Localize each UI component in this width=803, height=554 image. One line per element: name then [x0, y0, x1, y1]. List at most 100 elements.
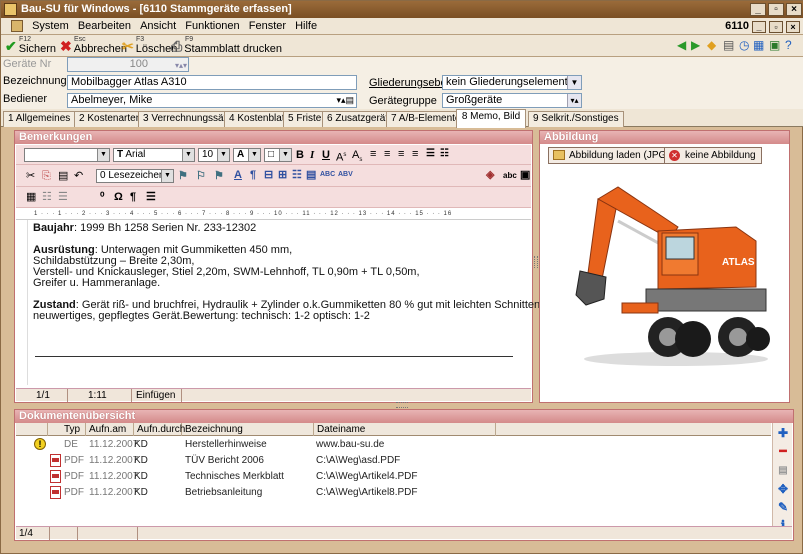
menu-bearbeiten[interactable]: Bearbeiten	[75, 18, 134, 35]
table-cols-icon[interactable]: ☷	[42, 190, 52, 204]
remove-image-button[interactable]: ✕ keine Abbildung	[664, 147, 762, 164]
col-bezeichnung[interactable]: Bezeichnung	[182, 423, 314, 436]
grid-icon[interactable]: ▦	[753, 38, 764, 52]
mdi-close-button[interactable]: ×	[786, 20, 800, 33]
horizontal-splitter[interactable]	[396, 402, 408, 408]
col-aufn-durch[interactable]: Aufn.durch	[134, 423, 185, 436]
goto-bookmark-icon[interactable]: ⚐	[196, 169, 206, 183]
superscript-icon[interactable]: As	[336, 148, 346, 165]
paragraph-mark-icon[interactable]: ¶	[130, 190, 136, 204]
menu-fenster[interactable]: Fenster	[246, 18, 289, 35]
geraetegruppe-select[interactable]: Großgeräte ▾▴	[442, 93, 582, 108]
load-image-button[interactable]: Abbildung laden (JPG)	[548, 147, 676, 164]
mdi-document-icon[interactable]	[11, 20, 23, 33]
save-button[interactable]: ✔ F12 Sichern	[5, 36, 56, 55]
horizontal-ruler[interactable]: 1 · · · 1 · · · 2 · · · 3 · · · 4 · · · …	[16, 208, 531, 220]
list-format-icon[interactable]: ☷	[292, 168, 302, 182]
help-icon[interactable]: ?	[785, 38, 792, 52]
font-format-icon[interactable]: A	[234, 168, 242, 182]
insert-image-icon[interactable]: ⁰	[100, 190, 104, 204]
col-dateiname[interactable]: Dateiname	[314, 423, 496, 436]
bookmark-select[interactable]: 0 Lesezeichen ▼	[96, 169, 174, 183]
cut-icon[interactable]: ✂	[26, 169, 35, 183]
bezeichnung-field[interactable]: Mobilbagger Atlas A310	[67, 75, 357, 90]
italic-icon[interactable]: I	[310, 148, 314, 162]
paragraph-icon[interactable]: ¶	[250, 168, 256, 182]
align-right-icon[interactable]: ≡	[398, 147, 404, 161]
justify-icon[interactable]: ≡	[412, 147, 418, 161]
bullet-list-icon[interactable]: ☰	[426, 147, 435, 161]
clock-icon[interactable]: ◷	[739, 38, 749, 52]
document-icon[interactable]: ▤	[723, 38, 734, 52]
table-row[interactable]: PDF 11.12.2007 KD TÜV Bericht 2006 C:\A\…	[16, 453, 771, 469]
bold-icon[interactable]: B	[296, 148, 304, 162]
table-row[interactable]: PDF 11.12.2007 KD Technisches Merkblatt …	[16, 469, 771, 485]
menu-hilfe[interactable]: Hilfe	[292, 18, 320, 35]
abv-icon[interactable]: ABV	[338, 168, 353, 182]
font-select[interactable]: T Arial ▼	[113, 148, 195, 162]
chevron-down-icon[interactable]: ▼	[567, 76, 581, 89]
menu-funktionen[interactable]: Funktionen	[182, 18, 242, 35]
tabs-icon[interactable]: ⊟	[264, 168, 273, 182]
scan-icon[interactable]: ▤	[776, 465, 790, 477]
delete-button[interactable]: ✂ F3 Löschen	[122, 36, 177, 55]
table-icon[interactable]: ⊞	[278, 168, 287, 182]
menu-system[interactable]: System	[29, 18, 72, 35]
col-typ[interactable]: Typ	[48, 423, 86, 436]
copy-icon[interactable]: ⎘	[42, 169, 51, 183]
excel-icon[interactable]: ▣	[769, 38, 780, 52]
next-arrow-icon[interactable]: ▶	[691, 38, 700, 52]
close-button[interactable]: ×	[786, 3, 802, 16]
size-select[interactable]: 10 ▼	[198, 148, 230, 162]
style-select[interactable]: ▼	[24, 148, 110, 162]
cancel-button[interactable]: ✖ Esc Abbrechen	[60, 36, 127, 55]
tab-ab-elemente[interactable]: 7 A/B-Elemente	[386, 111, 466, 127]
eraser-icon[interactable]: ◈	[486, 168, 494, 182]
edit-icon[interactable]: ✎	[776, 501, 790, 513]
maximize-button[interactable]: ▫	[768, 3, 784, 16]
print-button[interactable]: ⎙ F9 Stammblatt drucken	[171, 36, 282, 55]
page-break-icon[interactable]: ☰	[146, 190, 156, 204]
delete-bookmark-icon[interactable]: ⚑	[214, 169, 224, 183]
table-row[interactable]: PDF 11.12.2007 KD Betriebsanleitung C:\A…	[16, 485, 771, 501]
insert-symbol-icon[interactable]: Ω	[114, 190, 123, 204]
geraete-nr-field[interactable]: 100 ▾▴▾	[67, 57, 189, 72]
tag-icon[interactable]: ◆	[707, 38, 716, 52]
chevron-updown-icon[interactable]: ▾▴	[567, 94, 581, 107]
frame-icon[interactable]: ▤	[306, 168, 316, 182]
align-left-icon[interactable]: ≡	[370, 147, 376, 161]
table-rows-icon[interactable]: ☰	[58, 190, 68, 204]
prev-arrow-icon[interactable]: ◀	[677, 38, 686, 52]
align-center-icon[interactable]: ≡	[384, 147, 390, 161]
spin-icon[interactable]: ▾▴▾	[175, 59, 187, 71]
table-grid-icon[interactable]: ▦	[26, 190, 36, 204]
abc-icon[interactable]: ABC	[320, 168, 335, 182]
numbered-list-icon[interactable]: ☷	[440, 147, 449, 161]
memo-text[interactable]: Baujahr: 1999 Bh 1258 Serien Nr. 233-123…	[33, 223, 543, 322]
underline-icon[interactable]: U	[322, 148, 330, 162]
minimize-button[interactable]: _	[750, 3, 766, 16]
insert-bookmark-icon[interactable]: ⚑	[178, 169, 188, 183]
bediener-lookup-icon[interactable]: ▾▴▤	[336, 94, 354, 107]
spellcheck-icon[interactable]: abc	[503, 169, 517, 183]
remove-document-icon[interactable]: ━	[776, 445, 790, 457]
undo-icon[interactable]: ↶	[74, 169, 83, 183]
menu-ansicht[interactable]: Ansicht	[137, 18, 179, 35]
bediener-select[interactable]: Abelmeyer, Mike ▾▴▤	[67, 93, 357, 108]
mdi-minimize-button[interactable]: _	[752, 20, 766, 33]
view-icon[interactable]: ▣	[520, 168, 530, 182]
vertical-splitter[interactable]	[534, 256, 538, 268]
tab-memo-bild[interactable]: 8 Memo, Bild	[456, 109, 526, 128]
move-icon[interactable]: ✥	[776, 483, 790, 495]
tab-selkrit-sonstiges[interactable]: 9 Selkrit./Sonstiges	[528, 111, 624, 127]
paste-icon[interactable]: ▤	[58, 169, 68, 183]
text-color-select[interactable]: A ▼	[233, 148, 261, 162]
mdi-restore-button[interactable]: ▫	[769, 20, 783, 33]
tab-allgemeines[interactable]: 1 Allgemeines	[3, 111, 76, 127]
gliederungsebene-select[interactable]: kein Gliederungselement ▼	[442, 75, 582, 90]
highlight-select[interactable]: □ ▼	[264, 148, 292, 162]
table-row[interactable]: ! DE 11.12.2007 KD Herstellerhinweise ww…	[16, 437, 771, 453]
tab-kostenarten[interactable]: 2 Kostenarten	[74, 111, 147, 127]
col-aufn-am[interactable]: Aufn.am	[86, 423, 134, 436]
add-document-icon[interactable]: ✚	[776, 427, 790, 439]
